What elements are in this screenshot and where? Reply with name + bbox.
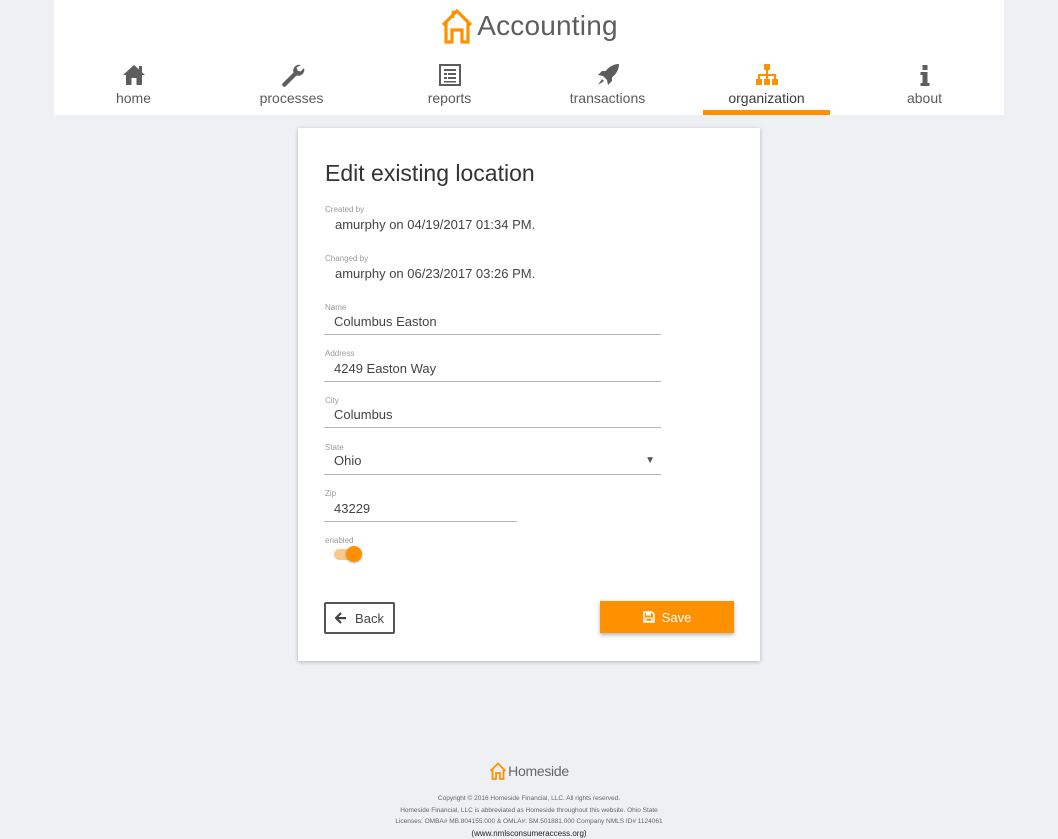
edit-location-card: Edit existing location Created by amurph… [298, 128, 760, 661]
zip-field[interactable] [324, 496, 517, 522]
enabled-toggle[interactable] [334, 545, 362, 563]
sitemap-icon [755, 64, 778, 85]
wrench-icon [281, 64, 304, 87]
state-selected-value: Ohio [334, 453, 362, 468]
nav-item-home[interactable]: home [70, 58, 197, 115]
nav-label: reports [427, 90, 472, 106]
app-title: Accounting [477, 10, 618, 41]
back-button-label: Back [355, 610, 384, 626]
footer-logo: Homeside [0, 760, 1058, 782]
home-icon [122, 65, 145, 85]
nav-label: organization [728, 90, 805, 106]
arrow-left-icon [335, 612, 347, 624]
nav-item-processes[interactable]: processes [228, 58, 355, 115]
enabled-label: enabled [325, 536, 354, 545]
page-title: Edit existing location [325, 160, 535, 186]
footer-logo-text: Homeside [508, 763, 569, 779]
nav-label: about [906, 90, 943, 106]
brand: Accounting [54, 6, 1004, 46]
page-footer: Homeside Copyright © 2016 Homeside Finan… [0, 760, 1058, 839]
house-logo-icon [490, 762, 507, 780]
changed-by-value: amurphy on 06/23/2017 03:26 PM. [335, 266, 536, 281]
app-header: Accounting home processes reports transa… [54, 0, 1004, 115]
nav-label: transactions [569, 90, 646, 106]
city-field[interactable] [324, 402, 661, 428]
nmls-link[interactable]: (www.nmlsconsumeraccess.org) [0, 828, 1058, 839]
rocket-icon [597, 64, 619, 85]
changed-by-label: Changed by [325, 254, 369, 263]
dropdown-arrow-icon: ▼ [645, 455, 655, 466]
nav-label: home [115, 90, 152, 106]
save-button-label: Save [661, 609, 692, 625]
save-button[interactable]: Save [600, 601, 734, 633]
house-logo-icon [442, 8, 473, 44]
created-by-label: Created by [325, 205, 365, 214]
nav-label: processes [259, 90, 324, 106]
back-button[interactable]: Back [324, 602, 395, 634]
report-icon [438, 64, 461, 86]
name-field[interactable] [324, 309, 661, 335]
footer-copyright: Copyright © 2016 Homeside Financial, LLC… [437, 795, 621, 802]
state-select[interactable]: Ohio ▼ [324, 449, 661, 475]
toggle-thumb [346, 546, 362, 562]
footer-disclaimer: Homeside Financial, LLC is abbreviated a… [400, 806, 658, 814]
nav-item-about[interactable]: about [861, 58, 988, 115]
footer-licenses: Licenses: OMBA# MB.804155.000 & OMLA#: S… [395, 818, 663, 825]
created-by-value: amurphy on 04/19/2017 01:34 PM. [335, 217, 536, 232]
main-nav: home processes reports transactions orga… [54, 58, 1004, 115]
nav-item-reports[interactable]: reports [386, 58, 513, 115]
info-icon [920, 65, 929, 86]
floppy-disk-icon [642, 611, 655, 623]
nav-item-transactions[interactable]: transactions [544, 58, 671, 115]
address-field[interactable] [324, 356, 661, 382]
nav-item-organization[interactable]: organization [703, 58, 830, 115]
